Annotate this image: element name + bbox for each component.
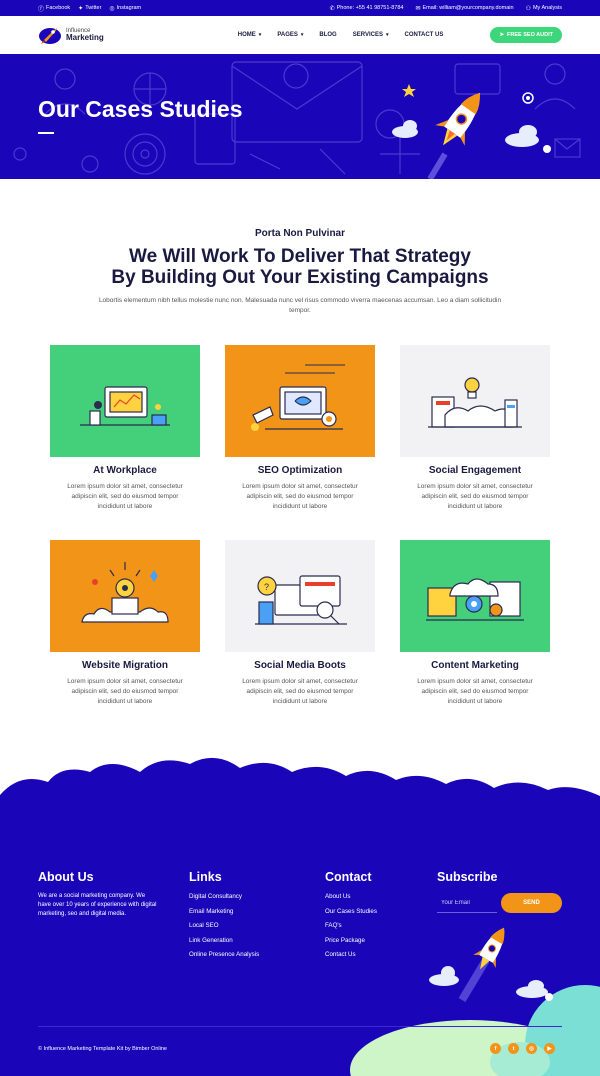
case-title: SEO Optimization: [257, 465, 343, 476]
footer-about-title: About Us: [38, 870, 94, 884]
account-link[interactable]: ⚇ My Analysis: [526, 5, 562, 12]
svg-text:?: ?: [264, 582, 269, 592]
logo[interactable]: Influence Marketing: [38, 24, 104, 46]
footer-contact-title: Contact: [325, 870, 372, 884]
footer-link[interactable]: Price Package: [325, 937, 377, 944]
footer-link[interactable]: Online Presence Analysis: [189, 951, 259, 958]
instagram-icon: ◎: [109, 5, 115, 12]
copyright: © Influence Marketing Template Kit by Bi…: [38, 1046, 167, 1052]
phone-icon: ✆: [329, 5, 335, 12]
facebook-link[interactable]: ⓕ Facebook: [38, 4, 70, 13]
nav-services[interactable]: SERVICES ▾: [353, 32, 389, 38]
footer-social-icons: f t ◎ ▶: [490, 1043, 555, 1054]
chevron-down-icon: ▾: [258, 32, 262, 38]
page-title: Our Cases Studies: [38, 96, 243, 122]
footer-link[interactable]: Email Marketing: [189, 908, 259, 915]
email-input[interactable]: [437, 893, 497, 913]
top-bar: ⓕ Facebook ✦ Twitter ◎ Instagram ✆ Phone: +5…: [0, 0, 600, 16]
case-card-social-engagement[interactable]: Social Engagement Lorem ipsum dolor sit …: [400, 345, 550, 512]
title-underline: [38, 132, 54, 134]
social-media-illustration: ?: [255, 575, 347, 625]
footer-link[interactable]: Contact Us: [325, 951, 377, 958]
site-header: Influence Marketing HOME ▾ PAGES ▾ BLOG SE…: [0, 16, 600, 54]
footer-link[interactable]: About Us: [325, 893, 377, 900]
logo-line2: Marketing: [66, 33, 104, 42]
case-title: Content Marketing: [431, 660, 519, 671]
case-card-seo-optimization[interactable]: SEO Optimization Lorem ipsum dolor sit a…: [225, 345, 375, 512]
footer-about: About Us We are a social marketing compa…: [38, 870, 158, 919]
send-button[interactable]: SEND: [501, 893, 562, 913]
free-seo-audit-button[interactable]: ➤ FREE SEO AUDIT: [490, 27, 562, 43]
twitter-icon: ✦: [78, 5, 84, 12]
footer-link[interactable]: Digital Consultancy: [189, 893, 259, 900]
contact-info: ✆ Phone: +55 41 98751-8784 ✉ Email: willia…: [330, 5, 562, 12]
seo-illustration: [251, 364, 345, 431]
case-thumbnail: [225, 345, 375, 457]
instagram-icon[interactable]: ◎: [526, 1043, 537, 1054]
case-title: Social Engagement: [428, 465, 522, 476]
section-eyebrow: Porta Non Pulvinar: [254, 228, 345, 239]
phone-info: ✆ Phone: +55 41 98751-8784: [329, 5, 404, 12]
footer-link[interactable]: Link Generation: [189, 937, 259, 944]
footer-link[interactable]: Local SEO: [189, 922, 259, 929]
case-description: Lorem ipsum dolor sit amet, consectetur …: [67, 678, 183, 705]
nav-blog[interactable]: BLOG: [319, 32, 336, 38]
youtube-icon[interactable]: ▶: [544, 1043, 555, 1054]
case-description: Lorem ipsum dolor sit amet, consectetur …: [67, 483, 183, 510]
hero-banner: Our Cases Studies: [0, 54, 600, 179]
instagram-link[interactable]: ◎ Instagram: [109, 5, 141, 12]
case-description: Lorem ipsum dolor sit amet, consectetur …: [242, 678, 358, 705]
footer-about-text: We are a social marketing company. We ha…: [38, 893, 157, 917]
footer-link[interactable]: FAQ's: [325, 922, 377, 929]
case-card-social-media-boots[interactable]: ? Social Media Boots Lorem ipsum dolor s…: [225, 540, 375, 707]
footer-subscribe: Subscribe: [437, 870, 497, 884]
case-title: At Workplace: [93, 465, 157, 476]
footer-illustration: [350, 927, 600, 1076]
footer-contact: Contact About Us Our Cases Studies FAQ's…: [325, 870, 377, 966]
case-card-content-marketing[interactable]: Content Marketing Lorem ipsum dolor sit …: [400, 540, 550, 707]
footer-links: Links Digital Consultancy Email Marketin…: [189, 870, 259, 966]
case-thumbnail: ?: [225, 540, 375, 652]
case-card-at-workplace[interactable]: At Workplace Lorem ipsum dolor sit amet,…: [50, 345, 200, 512]
email-info[interactable]: ✉ Email: william@yourcompany.domain: [415, 5, 513, 12]
social-engagement-illustration: [428, 377, 522, 428]
mail-icon: ✉: [415, 5, 421, 12]
section-headline: We Will Work To Deliver That Strategy By…: [111, 246, 489, 288]
social-links: ⓕ Facebook ✦ Twitter ◎ Instagram: [38, 4, 141, 13]
main-nav: HOME ▾ PAGES ▾ BLOG SERVICES ▾ CONTACT US: [238, 32, 444, 38]
send-icon: ➤: [499, 32, 505, 38]
website-migration-illustration: [81, 562, 169, 623]
nav-contact-us[interactable]: CONTACT US: [404, 32, 443, 38]
footer-divider: [38, 1026, 562, 1027]
nav-home[interactable]: HOME ▾: [238, 32, 262, 38]
twitter-icon[interactable]: t: [508, 1043, 519, 1054]
case-description: Lorem ipsum dolor sit amet, consectetur …: [242, 483, 358, 510]
footer-subscribe-title: Subscribe: [437, 870, 498, 884]
case-thumbnail: [400, 345, 550, 457]
rocket-logo-icon: [39, 28, 61, 44]
subscribe-form: SEND: [437, 893, 562, 913]
case-card-website-migration[interactable]: Website Migration Lorem ipsum dolor sit …: [50, 540, 200, 707]
footer-cloud-edge: [0, 757, 600, 822]
nav-pages[interactable]: PAGES ▾: [277, 32, 303, 38]
content-marketing-illustration: [426, 578, 524, 621]
section-lead: Lobortis elementum nibh tellus molestie …: [98, 297, 502, 314]
chevron-down-icon: ▾: [385, 32, 389, 38]
user-icon: ⚇: [525, 5, 531, 12]
site-footer: [0, 820, 600, 1076]
case-thumbnail: [50, 540, 200, 652]
chevron-down-icon: ▾: [300, 32, 304, 38]
case-thumbnail: [50, 345, 200, 457]
case-description: Lorem ipsum dolor sit amet, consectetur …: [417, 678, 533, 705]
workplace-illustration: [80, 386, 170, 426]
footer-link[interactable]: Our Cases Studies: [325, 908, 377, 915]
case-description: Lorem ipsum dolor sit amet, consectetur …: [417, 483, 533, 510]
twitter-link[interactable]: ✦ Twitter: [78, 5, 101, 12]
facebook-icon: ⓕ: [38, 6, 45, 13]
case-thumbnail: [400, 540, 550, 652]
facebook-icon[interactable]: f: [490, 1043, 501, 1054]
footer-links-title: Links: [189, 870, 222, 884]
case-title: Website Migration: [82, 660, 168, 671]
case-title: Social Media Boots: [254, 660, 346, 671]
